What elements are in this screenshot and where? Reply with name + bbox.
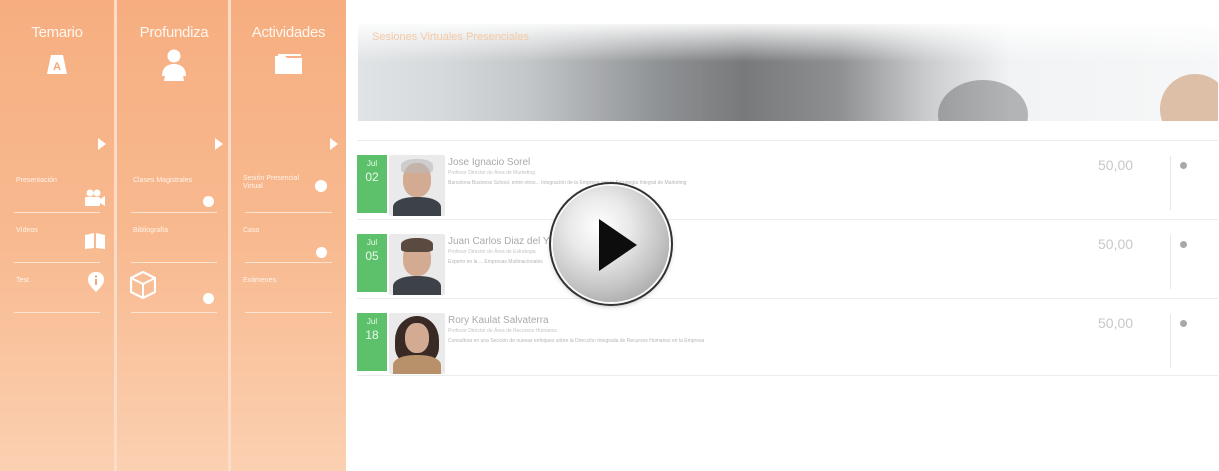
book-a-icon[interactable]: A: [44, 52, 70, 81]
folder-icon[interactable]: [273, 52, 305, 81]
session-description: Consultora en una Sección de nuevas enfo…: [448, 338, 705, 344]
menu-item-label: Clases Magistrales: [133, 177, 193, 184]
banner-title: Sesiones Virtuales Presenciales: [372, 31, 529, 43]
session-price: 50,00: [1098, 157, 1134, 173]
column-title-profundiza[interactable]: Profundiza: [117, 24, 231, 41]
menu-item-videos[interactable]: Vídeos: [0, 213, 114, 263]
play-icon: [599, 219, 637, 271]
menu-item-label: Vídeos: [16, 227, 38, 234]
session-row[interactable]: Jul 18 Rory Kaulat Salvaterra Profesor D…: [357, 298, 1218, 376]
menu-item-bibliografia[interactable]: Bibliografía: [117, 213, 231, 263]
expand-arrow-icon[interactable]: [215, 138, 223, 150]
speaker-photo: [389, 313, 445, 374]
speaker-role: Profesor Director de Área de Marketing: [448, 170, 535, 176]
date-badge: Jul 05: [357, 234, 387, 292]
menu-item-caso[interactable]: Caso: [231, 213, 346, 263]
menu-item-presentacion[interactable]: Presentación: [0, 163, 114, 213]
reader-icon[interactable]: [159, 48, 189, 87]
menu-item-sesion-presencial-virtual[interactable]: Sesión Presencial Virtual: [231, 163, 346, 213]
speaker-name[interactable]: Juan Carlos Diaz del Y: [448, 236, 550, 247]
divider: [1170, 235, 1171, 289]
column-profundiza: Profundiza Clases Magistrales Bibliograf…: [117, 0, 231, 471]
svg-text:A: A: [53, 61, 61, 73]
date-day: 18: [365, 328, 379, 342]
menu-item-test[interactable]: Test: [0, 263, 114, 313]
dot-icon: [203, 293, 214, 304]
menu-item-cube[interactable]: [117, 263, 231, 313]
dot-icon: [315, 180, 327, 192]
speaker-role: Profesor Director de Área de Recursos Hu…: [448, 328, 557, 334]
expand-arrow-icon[interactable]: [98, 138, 106, 150]
video-camera-icon: [84, 189, 106, 212]
column-actividades: Actividades Sesión Presencial Virtual Ca…: [231, 0, 346, 471]
menu-item-examenes[interactable]: Exámenes: [231, 263, 346, 313]
speaker-name[interactable]: Jose Ignacio Sorel: [448, 157, 530, 168]
divider: [1170, 314, 1171, 368]
course-navigation-panel: Temario A Presentación Vídeos Test Profu…: [0, 0, 346, 471]
book-open-icon: [84, 233, 106, 254]
date-badge: Jul 18: [357, 313, 387, 371]
divider: [1170, 156, 1171, 210]
speaker-name[interactable]: Rory Kaulat Salvaterra: [448, 315, 549, 326]
column-title-temario[interactable]: Temario: [0, 24, 114, 41]
speaker-photo: [389, 234, 445, 295]
session-price: 50,00: [1098, 315, 1134, 331]
select-dot-icon[interactable]: [1180, 241, 1187, 248]
play-button[interactable]: [553, 186, 669, 302]
menu-item-label: Exámenes: [243, 277, 277, 284]
menu-item-label: Sesión Presencial Virtual: [243, 175, 300, 190]
date-day: 02: [365, 170, 379, 184]
date-month: Jul: [366, 317, 378, 326]
cube-icon: [129, 270, 157, 304]
menu-item-label: Bibliografía: [133, 227, 169, 234]
date-month: Jul: [366, 238, 378, 247]
session-row[interactable]: Jul 02 Jose Ignacio Sorel Profesor Direc…: [357, 140, 1218, 217]
date-day: 05: [365, 249, 379, 263]
menu-item-label: Test: [16, 277, 29, 284]
column-temario: Temario A Presentación Vídeos Test: [0, 0, 114, 471]
dot-icon: [203, 196, 214, 207]
column-title-actividades[interactable]: Actividades: [231, 24, 346, 41]
menu-item-label: Presentación: [16, 177, 57, 184]
menu-item-label: Caso: [243, 227, 260, 234]
select-dot-icon[interactable]: [1180, 162, 1187, 169]
session-description: Barcelona Business School, entre otros..…: [448, 180, 687, 186]
speaker-role: Profesor Director de Área de Estrategia: [448, 249, 536, 255]
date-badge: Jul 02: [357, 155, 387, 213]
expand-arrow-icon[interactable]: [330, 138, 338, 150]
speaker-photo: [389, 155, 445, 216]
date-month: Jul: [366, 159, 378, 168]
menu-item-clases-magistrales[interactable]: Clases Magistrales: [117, 163, 231, 213]
session-row[interactable]: Jul 05 Juan Carlos Diaz del Y Profesor D…: [357, 219, 1218, 296]
session-price: 50,00: [1098, 236, 1134, 252]
info-icon: [88, 272, 104, 297]
select-dot-icon[interactable]: [1180, 320, 1187, 327]
dot-icon: [316, 247, 327, 258]
